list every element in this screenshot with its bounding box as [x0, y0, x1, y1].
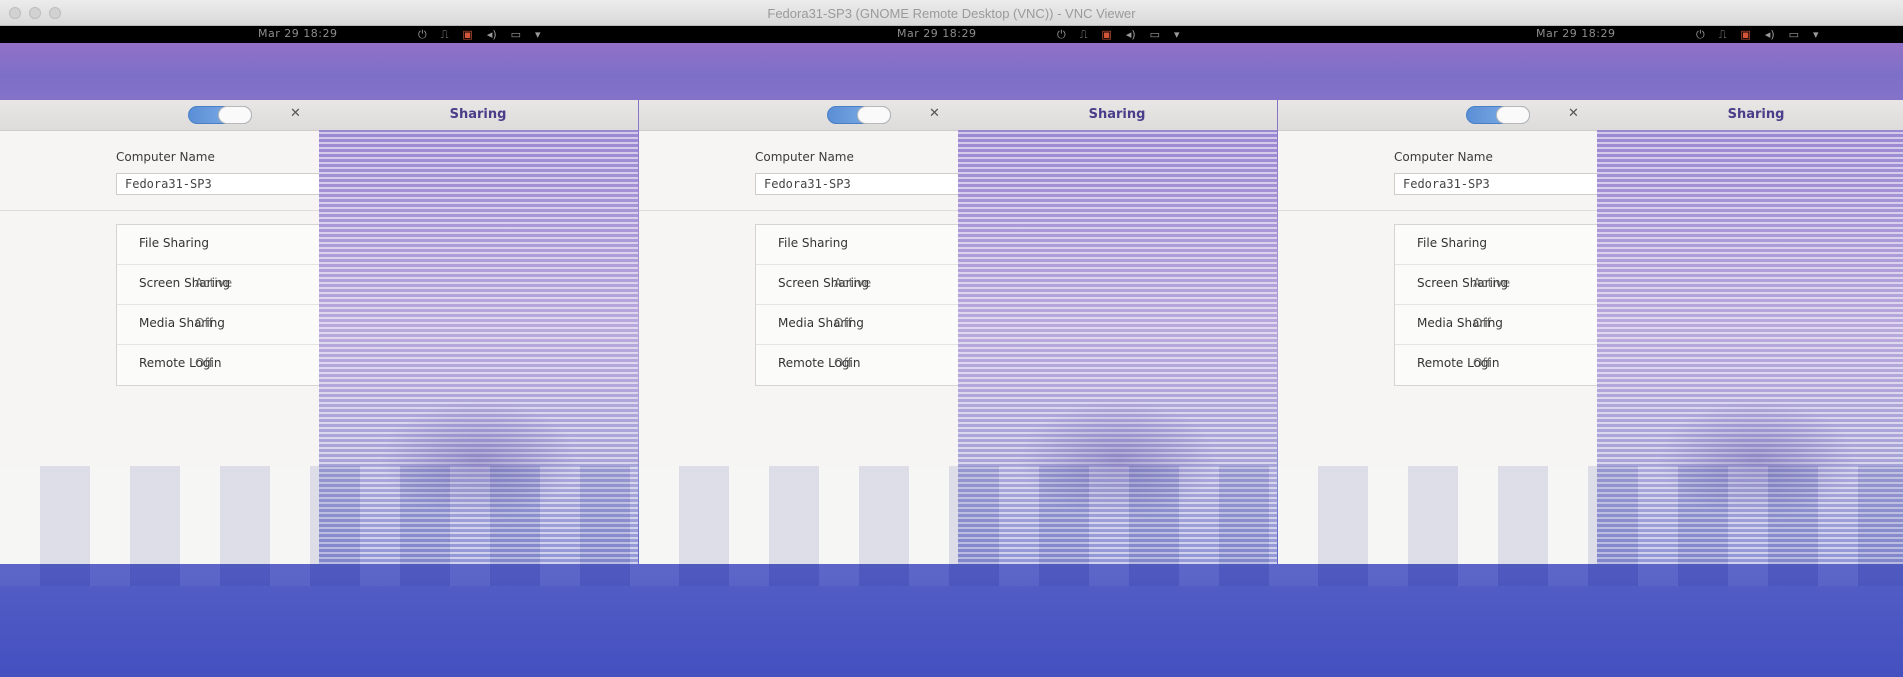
- computer-name-label: Computer Name: [755, 150, 854, 164]
- volume-icon: ◂): [1125, 28, 1136, 41]
- power-icon: ⏻: [1057, 27, 1066, 41]
- item-label: File Sharing: [139, 236, 209, 250]
- topbar-clock[interactable]: Mar 29 18:29: [897, 27, 976, 40]
- network-icon: ⎍: [1079, 27, 1088, 41]
- list-item-file-sharing[interactable]: File Sharing: [117, 225, 320, 265]
- list-item-media-sharing[interactable]: Media Sharing Off: [1395, 305, 1598, 345]
- list-item-screen-sharing[interactable]: Screen Sharing Active: [1395, 265, 1598, 305]
- computer-name-input[interactable]: [116, 173, 319, 195]
- item-status: Off: [195, 316, 213, 330]
- computer-name-input[interactable]: [1394, 173, 1597, 195]
- list-item-screen-sharing[interactable]: Screen Sharing Active: [756, 265, 959, 305]
- computer-name-label: Computer Name: [116, 150, 215, 164]
- panel-title: Sharing: [449, 107, 507, 122]
- item-status: Off: [195, 356, 213, 370]
- sharing-master-toggle[interactable]: [188, 106, 252, 124]
- chevron-down-icon: ▾: [535, 28, 541, 41]
- divider: [1278, 210, 1597, 211]
- volume-icon: ◂): [1764, 28, 1775, 41]
- close-icon[interactable]: ✕: [1568, 106, 1579, 121]
- sharing-settings-window: ✕ Sharing Computer Name File Sharing Scr…: [0, 100, 638, 564]
- list-item-remote-login[interactable]: Remote Login Off: [117, 345, 320, 385]
- item-label: File Sharing: [1417, 236, 1487, 250]
- item-status: Off: [1473, 316, 1491, 330]
- power-icon: ⏻: [418, 27, 427, 41]
- battery-icon: ▭: [510, 28, 522, 41]
- screencast-icon: ▣: [462, 28, 473, 41]
- topbar-clock[interactable]: Mar 29 18:29: [258, 27, 337, 40]
- item-status: Off: [1473, 356, 1491, 370]
- toggle-knob: [218, 106, 252, 124]
- battery-icon: ▭: [1149, 28, 1161, 41]
- sharing-services-list: File Sharing Screen Sharing Active Media …: [755, 224, 959, 386]
- power-icon: ⏻: [1696, 27, 1705, 41]
- system-tray[interactable]: ⏻ ⎍ ▣ ◂) ▭ ▾: [1057, 26, 1180, 43]
- sharing-services-list: File Sharing Screen Sharing Active Media …: [116, 224, 320, 386]
- topbar-clock[interactable]: Mar 29 18:29: [1536, 27, 1615, 40]
- chevron-down-icon: ▾: [1174, 28, 1180, 41]
- vnc-viewer-titlebar: Fedora31-SP3 (GNOME Remote Desktop (VNC)…: [0, 0, 1903, 26]
- close-icon[interactable]: ✕: [929, 106, 940, 121]
- network-icon: ⎍: [1718, 27, 1727, 41]
- toggle-knob: [857, 106, 891, 124]
- window-headerbar: ✕ Sharing: [0, 100, 638, 131]
- volume-icon: ◂): [486, 28, 497, 41]
- window-headerbar: ✕ Sharing: [639, 100, 1277, 131]
- item-status: Active: [834, 276, 872, 290]
- computer-name-input[interactable]: [755, 173, 958, 195]
- list-item-screen-sharing[interactable]: Screen Sharing Active: [117, 265, 320, 305]
- gnome-topbar: Mar 29 18:29 ⏻ ⎍ ▣ ◂) ▭ ▾: [0, 26, 639, 43]
- screen-panel: Mar 29 18:29 ⏻ ⎍ ▣ ◂) ▭ ▾ ✕ Sharing Comp…: [0, 26, 639, 677]
- item-status: Active: [195, 276, 233, 290]
- screencast-icon: ▣: [1101, 28, 1112, 41]
- screen-panel: Mar 29 18:29 ⏻ ⎍ ▣ ◂) ▭ ▾ ✕ Sharing Comp…: [1278, 26, 1903, 677]
- desktop-background-area: [958, 130, 1277, 564]
- gnome-topbar: Mar 29 18:29 ⏻ ⎍ ▣ ◂) ▭ ▾: [1278, 26, 1903, 43]
- list-item-remote-login[interactable]: Remote Login Off: [1395, 345, 1598, 385]
- divider: [639, 210, 958, 211]
- list-item-media-sharing[interactable]: Media Sharing Off: [117, 305, 320, 345]
- sharing-master-toggle[interactable]: [827, 106, 891, 124]
- computer-name-label: Computer Name: [1394, 150, 1493, 164]
- gnome-topbar: Mar 29 18:29 ⏻ ⎍ ▣ ◂) ▭ ▾: [639, 26, 1278, 43]
- network-icon: ⎍: [440, 27, 449, 41]
- system-tray[interactable]: ⏻ ⎍ ▣ ◂) ▭ ▾: [418, 26, 541, 43]
- sharing-services-list: File Sharing Screen Sharing Active Media …: [1394, 224, 1598, 386]
- item-status: Off: [834, 316, 852, 330]
- sharing-content: Computer Name File Sharing Screen Sharin…: [0, 130, 320, 564]
- sharing-settings-window: ✕ Sharing Computer Name File Sharing Scr…: [1278, 100, 1903, 564]
- window-title: Fedora31-SP3 (GNOME Remote Desktop (VNC)…: [767, 6, 1136, 21]
- desktop-background-area: [319, 130, 638, 564]
- sharing-master-toggle[interactable]: [1466, 106, 1530, 124]
- battery-icon: ▭: [1788, 28, 1800, 41]
- panel-title: Sharing: [1088, 107, 1146, 122]
- item-label: File Sharing: [778, 236, 848, 250]
- list-item-media-sharing[interactable]: Media Sharing Off: [756, 305, 959, 345]
- sharing-content: Computer Name File Sharing Screen Sharin…: [1278, 130, 1598, 564]
- item-status: Off: [834, 356, 852, 370]
- sharing-content: Computer Name File Sharing Screen Sharin…: [639, 130, 959, 564]
- screen-panel: Mar 29 18:29 ⏻ ⎍ ▣ ◂) ▭ ▾ ✕ Sharing Comp…: [639, 26, 1278, 677]
- item-status: Active: [1473, 276, 1511, 290]
- list-item-file-sharing[interactable]: File Sharing: [756, 225, 959, 265]
- list-item-file-sharing[interactable]: File Sharing: [1395, 225, 1598, 265]
- remote-screen[interactable]: Mar 29 18:29 ⏻ ⎍ ▣ ◂) ▭ ▾ ✕ Sharing Comp…: [0, 26, 1903, 677]
- list-item-remote-login[interactable]: Remote Login Off: [756, 345, 959, 385]
- toggle-knob: [1496, 106, 1530, 124]
- sharing-settings-window: ✕ Sharing Computer Name File Sharing Scr…: [639, 100, 1277, 564]
- divider: [0, 210, 319, 211]
- screencast-icon: ▣: [1740, 28, 1751, 41]
- chevron-down-icon: ▾: [1813, 28, 1819, 41]
- window-headerbar: ✕ Sharing: [1278, 100, 1903, 131]
- close-icon[interactable]: ✕: [290, 106, 301, 121]
- desktop-background-area: [1597, 130, 1903, 564]
- system-tray[interactable]: ⏻ ⎍ ▣ ◂) ▭ ▾: [1696, 26, 1819, 43]
- panel-title: Sharing: [1727, 107, 1785, 122]
